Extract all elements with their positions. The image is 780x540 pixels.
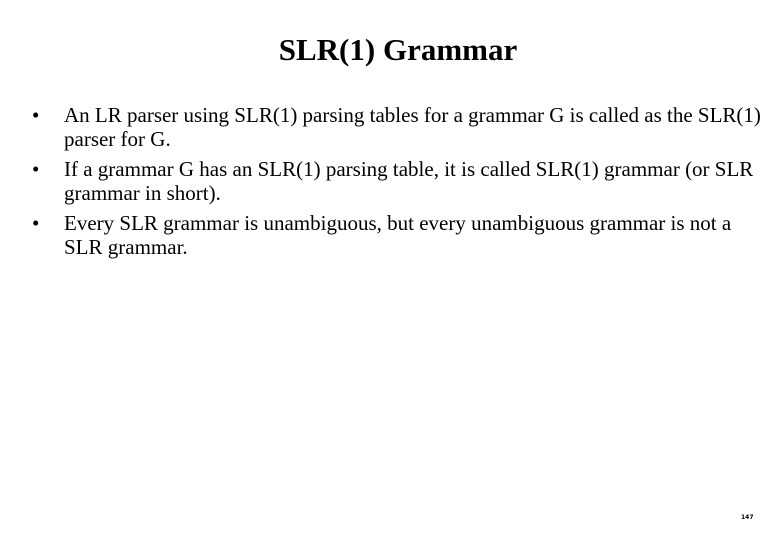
bullet-item: • If a grammar G has an SLR(1) parsing t…: [32, 157, 772, 205]
bullet-icon: •: [32, 157, 40, 181]
bullet-list: • An LR parser using SLR(1) parsing tabl…: [32, 103, 772, 265]
bullet-text: Every SLR grammar is unambiguous, but ev…: [64, 211, 732, 259]
bullet-text: If a grammar G has an SLR(1) parsing tab…: [64, 157, 754, 205]
bullet-icon: •: [32, 103, 40, 127]
page-number: 147: [741, 514, 754, 521]
slide: SLR(1) Grammar • An LR parser using SLR(…: [0, 0, 780, 540]
bullet-text: An LR parser using SLR(1) parsing tables…: [64, 103, 761, 151]
bullet-item: • An LR parser using SLR(1) parsing tabl…: [32, 103, 772, 151]
slide-title: SLR(1) Grammar: [278, 32, 518, 67]
bullet-item: • Every SLR grammar is unambiguous, but …: [32, 211, 772, 259]
bullet-icon: •: [32, 211, 40, 235]
